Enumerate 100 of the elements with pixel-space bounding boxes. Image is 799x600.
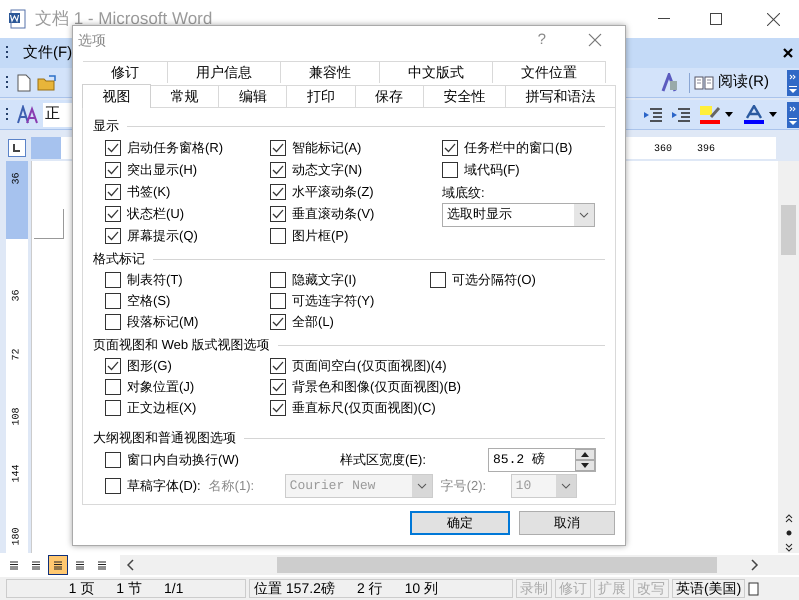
- toolbar-grip-icon[interactable]: [6, 74, 9, 90]
- checkbox[interactable]: [105, 228, 121, 244]
- chevron-right-icon[interactable]: [751, 559, 759, 571]
- checkbox[interactable]: [105, 184, 121, 200]
- vertical-scrollbar[interactable]: [778, 161, 799, 553]
- checkbox[interactable]: [270, 358, 286, 374]
- ruler-label: 108: [10, 408, 24, 426]
- decrease-indent-icon[interactable]: [643, 106, 663, 122]
- checkbox-label: 可选连字符(Y): [292, 292, 374, 310]
- checkbox[interactable]: [270, 228, 286, 244]
- chevron-down-icon: [574, 204, 594, 226]
- checkbox[interactable]: [105, 140, 121, 156]
- scroll-thumb[interactable]: [781, 205, 796, 255]
- close-icon[interactable]: [783, 48, 793, 58]
- checkbox[interactable]: [105, 314, 121, 330]
- checkbox[interactable]: [430, 272, 446, 288]
- view-button[interactable]: [48, 555, 68, 575]
- horizontal-scrollbar[interactable]: [120, 555, 799, 575]
- toolbar-options-icon[interactable]: [787, 102, 799, 128]
- dialog-button[interactable]: 取消: [519, 511, 615, 535]
- dropdown[interactable]: 选取时显示: [442, 203, 595, 227]
- tab[interactable]: 保存: [356, 85, 424, 107]
- scroll-thumb[interactable]: [277, 557, 717, 573]
- styles-icon[interactable]: [17, 104, 39, 124]
- checkbox[interactable]: [270, 314, 286, 330]
- checkbox[interactable]: [270, 140, 286, 156]
- menu-item[interactable]: 文件(F): [23, 42, 72, 64]
- checkbox-label: 图形(G): [127, 357, 172, 376]
- style-box[interactable]: 正: [43, 102, 75, 126]
- checkbox[interactable]: [105, 478, 121, 494]
- checkbox-label: 制表符(T): [127, 271, 183, 290]
- checkbox[interactable]: [105, 400, 121, 416]
- increase-indent-icon[interactable]: [671, 106, 691, 122]
- checkbox-label: 智能标记(A): [292, 139, 362, 158]
- minimize-icon[interactable]: [658, 18, 670, 20]
- tab[interactable]: 常规: [151, 85, 220, 107]
- tab[interactable]: 中文版式: [380, 61, 493, 83]
- help-button[interactable]: ?: [538, 28, 546, 52]
- section-heading: 显示: [93, 117, 119, 136]
- checkbox[interactable]: [105, 162, 121, 178]
- field-label: 样式区宽度(E):: [340, 451, 427, 470]
- document-icon: [8, 9, 28, 29]
- folder-icon[interactable]: [37, 74, 57, 90]
- tab[interactable]: 用户信息: [168, 61, 281, 83]
- spin-box[interactable]: 85.2 磅: [488, 448, 596, 472]
- tab[interactable]: 安全性: [424, 85, 506, 107]
- dropdown-arrow-icon[interactable]: [725, 112, 733, 117]
- checkbox-label: 垂直滚动条(V): [292, 205, 374, 224]
- checkbox[interactable]: [105, 206, 121, 222]
- toolbar-tool-icon[interactable]: [659, 72, 680, 92]
- ruler-label: 72: [10, 348, 24, 363]
- dialog-button[interactable]: 确定: [410, 511, 510, 535]
- checkbox[interactable]: [442, 140, 458, 156]
- checkbox[interactable]: [270, 162, 286, 178]
- tab[interactable]: 编辑: [219, 85, 288, 107]
- field-label: 字号(2):: [440, 477, 488, 496]
- highlighter-icon[interactable]: [699, 104, 721, 124]
- tab[interactable]: 视图: [82, 84, 152, 108]
- status-text: 1 节: [116, 579, 142, 598]
- tab[interactable]: 兼容性: [281, 61, 380, 83]
- checkbox-label: 窗口内自动换行(W): [127, 451, 239, 470]
- checkbox[interactable]: [105, 272, 121, 288]
- checkbox[interactable]: [270, 206, 286, 222]
- checkbox[interactable]: [270, 400, 286, 416]
- maximize-icon[interactable]: [710, 13, 722, 25]
- tab-stop-icon[interactable]: [8, 138, 26, 156]
- toolbar-grip-icon[interactable]: [6, 106, 9, 122]
- checkbox[interactable]: [105, 358, 121, 374]
- checkbox-label: 屏幕提示(Q): [127, 227, 198, 246]
- tab[interactable]: 拼写和语法: [506, 85, 616, 107]
- chevron-left-icon[interactable]: [126, 559, 134, 571]
- status-text: 英语(美国): [676, 579, 742, 598]
- lines-icon: [31, 560, 41, 570]
- status-text: 1 页: [68, 579, 94, 598]
- close-icon[interactable]: [767, 12, 780, 26]
- checkbox-label: 动态文字(N): [292, 161, 362, 180]
- checkbox[interactable]: [270, 272, 286, 288]
- tab[interactable]: 文件位置: [493, 61, 606, 83]
- dialog-title: 选项: [78, 30, 106, 50]
- reading-button[interactable]: 阅读(R): [694, 71, 769, 94]
- checkbox[interactable]: [105, 379, 121, 395]
- toolbar-options-icon[interactable]: [787, 70, 799, 96]
- spin-arrows-icon[interactable]: [575, 449, 595, 471]
- checkbox[interactable]: [270, 293, 286, 309]
- toolbar-grip-icon[interactable]: [6, 45, 9, 61]
- checkbox[interactable]: [270, 379, 286, 395]
- browse-object-icon[interactable]: [784, 513, 794, 553]
- checkbox[interactable]: [442, 162, 458, 178]
- dropdown-arrow-icon[interactable]: [769, 112, 777, 117]
- checkbox-label: 全部(L): [292, 313, 334, 332]
- font-color-icon[interactable]: [743, 104, 765, 124]
- ruler-label: 396: [697, 142, 716, 156]
- window-title: 文档 1 - Microsoft Word: [35, 8, 212, 30]
- checkbox[interactable]: [105, 452, 121, 468]
- checkbox[interactable]: [270, 184, 286, 200]
- new-document-icon[interactable]: [17, 74, 31, 92]
- checkbox[interactable]: [105, 293, 121, 309]
- tab[interactable]: 打印: [287, 85, 356, 107]
- tab[interactable]: 修订: [83, 61, 168, 83]
- checkbox-label: 背景色和图像(仅页面视图)(B): [292, 378, 461, 396]
